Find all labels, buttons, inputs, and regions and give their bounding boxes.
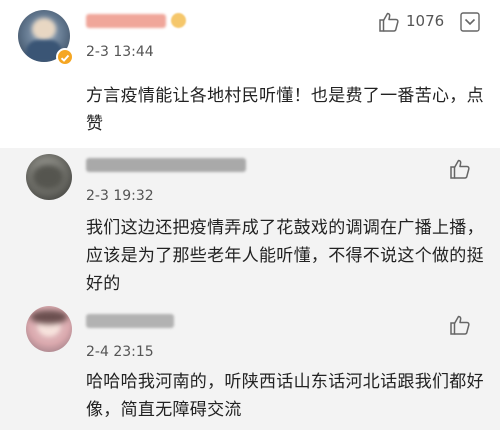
like-count: 1076 bbox=[406, 12, 445, 30]
comment-item-3: 2-4 23:15 哈哈哈我河南的，听陕西话山东话河北话跟我们都好像，简直无障碍… bbox=[0, 296, 500, 430]
username-blurred[interactable] bbox=[86, 158, 246, 172]
thumbs-up-icon bbox=[378, 11, 400, 33]
like-button[interactable] bbox=[449, 314, 471, 336]
username-blurred[interactable] bbox=[86, 314, 174, 328]
username-blurred[interactable] bbox=[86, 14, 166, 28]
verified-badge-icon bbox=[56, 48, 74, 66]
comment-text: 我们这边还把疫情弄成了花鼓戏的调调在广播上播，应该是为了那些老年人能听懂，不得不… bbox=[86, 218, 484, 294]
avatar[interactable] bbox=[26, 154, 72, 200]
comment-item-2: 2-3 19:32 我们这边还把疫情弄成了花鼓戏的调调在广播上播，应该是为了那些… bbox=[0, 148, 500, 296]
comment-time: 2-4 23:15 bbox=[86, 344, 154, 360]
comment-text: 方言疫情能让各地村民听懂！也是费了一番苦心，点赞 bbox=[86, 86, 484, 134]
like-button[interactable] bbox=[378, 11, 400, 33]
more-options-icon bbox=[460, 12, 480, 36]
comment-time: 2-3 19:32 bbox=[86, 188, 154, 204]
comment-time: 2-3 13:44 bbox=[86, 44, 154, 60]
avatar[interactable] bbox=[26, 306, 72, 352]
comment-text: 哈哈哈我河南的，听陕西话山东话河北话跟我们都好像，简直无障碍交流 bbox=[86, 372, 484, 420]
like-button[interactable] bbox=[449, 158, 471, 180]
thumbs-up-icon bbox=[449, 158, 471, 180]
comment-item-1: 2-3 13:44 1076 方言疫情能让各地村民听懂！也是费了一番苦心，点赞 bbox=[0, 0, 500, 148]
more-options-button[interactable] bbox=[460, 12, 480, 36]
member-badge-icon bbox=[171, 13, 186, 28]
thumbs-up-icon bbox=[449, 314, 471, 336]
